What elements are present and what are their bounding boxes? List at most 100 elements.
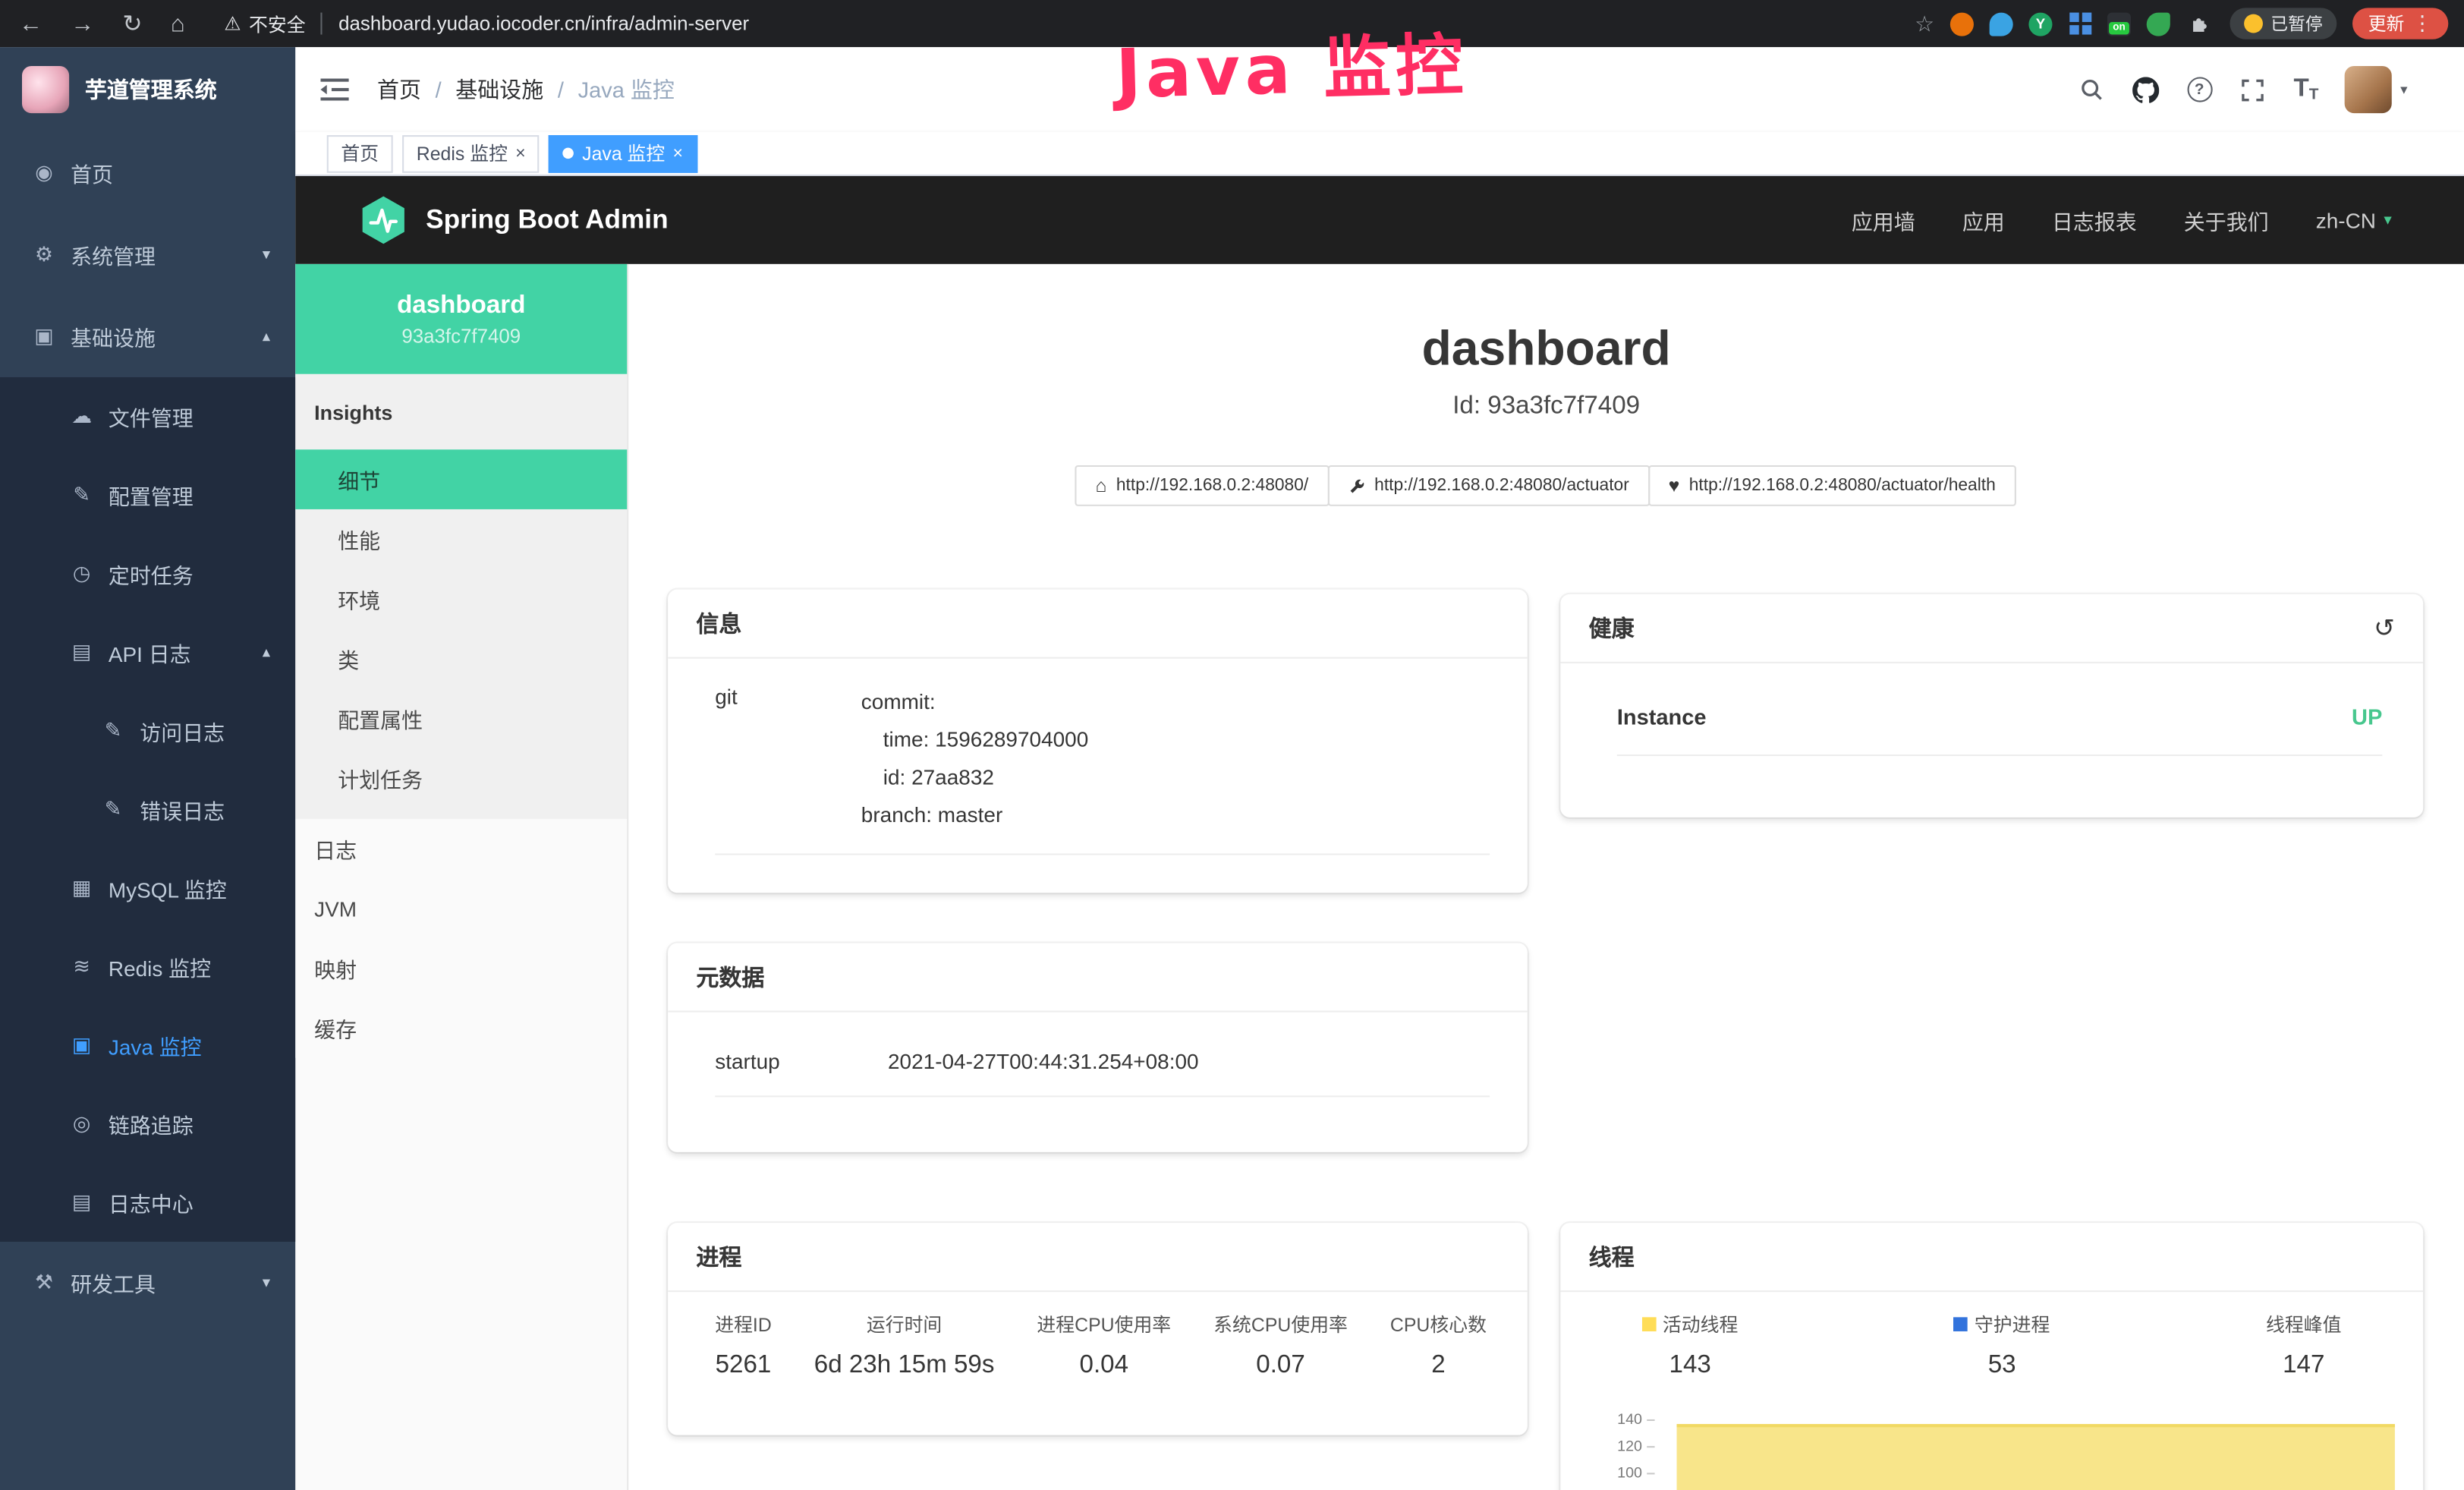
info-card-title: 信息 [668, 590, 1528, 659]
proxy-on-badge: on [2109, 21, 2129, 34]
extension-icon[interactable] [2068, 12, 2091, 36]
insights-section: Insights 细节 性能 环境 类 配置属性 计划任务 [295, 374, 627, 819]
close-tab-icon[interactable]: × [673, 143, 683, 162]
reload-icon[interactable]: ↻ [123, 9, 143, 37]
eye-icon: ◎ [69, 1111, 94, 1136]
sidebar-item-config[interactable]: ✎ 配置管理 [0, 456, 295, 535]
chevron-down-icon: ▾ [2400, 81, 2407, 99]
health-row-instance[interactable]: Instance UP [1617, 704, 2382, 756]
breadcrumb-infra[interactable]: 基础设施 [455, 74, 543, 105]
sidebar-item-label: Java 监控 [109, 1029, 202, 1060]
sidebar-item-label: 链路追踪 [109, 1108, 194, 1139]
tab-label: Redis 监控 [417, 140, 508, 166]
proxy-extension-icon[interactable]: on [2107, 12, 2131, 36]
sba-nav-about[interactable]: 关于我们 [2184, 204, 2269, 235]
tab-label: Java 监控 [582, 140, 665, 166]
tab-java[interactable]: Java 监控 × [549, 134, 697, 172]
health-url-link[interactable]: ♥ http://192.168.0.2:48080/actuator/heal… [1648, 465, 2016, 506]
sidebar-item-home[interactable]: ◉ 首页 [0, 132, 295, 214]
paused-badge[interactable]: 已暂停 [2230, 8, 2337, 39]
sidebar-item-devtools[interactable]: ⚒ 研发工具 ▾ [0, 1242, 295, 1324]
search-icon[interactable] [2077, 75, 2105, 103]
sba-menu-scheduled-tasks[interactable]: 计划任务 [295, 748, 627, 808]
document-icon: ✎ [101, 718, 126, 743]
extensions-puzzle-icon[interactable] [2186, 9, 2214, 37]
app-logo-row[interactable]: 芋道管理系统 [0, 47, 295, 132]
sidebar-item-file[interactable]: ☁ 文件管理 [0, 377, 295, 456]
git-branch: branch: master [861, 797, 1088, 835]
sba-brand[interactable]: Spring Boot Admin [426, 204, 668, 235]
base-url-link[interactable]: ⌂ http://192.168.0.2:48080/ [1075, 465, 1330, 506]
sba-logo-icon[interactable] [358, 195, 408, 245]
threads-card: 线程 活动线程 143 守护进程 53 [1560, 1223, 2423, 1490]
sidebar-item-label: 错误日志 [140, 794, 225, 825]
bookmark-star-icon[interactable]: ☆ [1915, 10, 1934, 36]
sidebar-item-mysql[interactable]: ▦ MySQL 监控 [0, 849, 295, 928]
clock-icon: ◷ [69, 561, 94, 586]
stat-label: 进程ID [715, 1311, 772, 1337]
sidebar-item-system[interactable]: ⚙ 系统管理 ▾ [0, 214, 295, 296]
locale-select[interactable]: zh-CN ▾ [2316, 208, 2392, 232]
update-button[interactable]: 更新 ⋮ [2352, 8, 2448, 39]
sidebar-item-redis[interactable]: ≋ Redis 监控 [0, 928, 295, 1006]
sba-menu-details[interactable]: 细节 [295, 449, 627, 509]
sba-menu-config-props[interactable]: 配置属性 [295, 688, 627, 748]
instance-links: ⌂ http://192.168.0.2:48080/ http://192.1… [628, 465, 2464, 506]
fullscreen-icon[interactable] [2239, 75, 2267, 103]
sidebar-item-access-log[interactable]: ✎ 访问日志 [0, 691, 295, 770]
history-icon[interactable]: ↺ [2374, 613, 2395, 644]
sba-nav-journal[interactable]: 日志报表 [2052, 204, 2137, 235]
dashboard-icon: ◉ [31, 160, 56, 185]
sidebar-item-error-log[interactable]: ✎ 错误日志 [0, 770, 295, 849]
stat-uptime: 运行时间 6d 23h 15m 59s [814, 1311, 995, 1380]
sba-menu-caches[interactable]: 缓存 [295, 998, 627, 1058]
stat-value: 6d 23h 15m 59s [814, 1352, 995, 1380]
close-tab-icon[interactable]: × [515, 143, 525, 162]
sidebar-item-trace[interactable]: ◎ 链路追踪 [0, 1085, 295, 1164]
tab-home[interactable]: 首页 [327, 134, 393, 172]
page-title: dashboard [628, 320, 2464, 377]
sidebar-item-job[interactable]: ◷ 定时任务 [0, 534, 295, 613]
sidebar-item-label: 基础设施 [71, 320, 156, 351]
sidebar-item-java[interactable]: ▣ Java 监控 [0, 1006, 295, 1085]
monitor-icon: ▣ [69, 1033, 94, 1058]
extension-icon[interactable]: Y [2028, 12, 2052, 36]
stat-cpu-cores: CPU核心数 2 [1390, 1311, 1487, 1380]
sba-menu-metrics[interactable]: 性能 [295, 509, 627, 569]
browser-home-icon[interactable]: ⌂ [171, 10, 185, 36]
help-icon[interactable]: ? [2187, 77, 2212, 102]
user-menu[interactable]: ▾ [2346, 66, 2408, 113]
forward-icon[interactable]: → [71, 10, 94, 36]
tools-icon: ⚒ [31, 1270, 56, 1295]
actuator-url-link[interactable]: http://192.168.0.2:48080/actuator [1327, 465, 1650, 506]
security-warning-label[interactable]: 不安全 [249, 10, 306, 36]
sba-menu-mappings[interactable]: 映射 [295, 938, 627, 998]
annotation-text: Java 监控 [1115, 11, 1469, 118]
sidebar-item-log-center[interactable]: ▤ 日志中心 [0, 1163, 295, 1242]
sba-nav-applications[interactable]: 应用 [1962, 204, 2005, 235]
back-icon[interactable]: ← [19, 10, 42, 36]
hamburger-icon[interactable] [320, 79, 348, 101]
sba-menu-jvm[interactable]: JVM [295, 879, 627, 939]
github-icon[interactable] [2132, 75, 2160, 103]
sba-menu-logs[interactable]: 日志 [295, 819, 627, 879]
instance-header[interactable]: dashboard 93a3fc7f7409 [295, 264, 627, 374]
stat-value: 53 [1954, 1352, 2050, 1380]
sba-nav-wallboard[interactable]: 应用墙 [1852, 204, 1915, 235]
sba-menu-classes[interactable]: 类 [295, 628, 627, 688]
stat-peak-threads: 线程峰值 147 [2266, 1311, 2341, 1380]
tab-redis[interactable]: Redis 监控 × [402, 134, 540, 172]
browser-menu-icon[interactable]: ⋮ [2412, 11, 2433, 36]
address-url[interactable]: dashboard.yudao.iocoder.cn/infra/admin-s… [338, 13, 749, 35]
stat-value: 2 [1390, 1352, 1487, 1380]
extension-icon[interactable] [2147, 12, 2170, 36]
sidebar-item-api-log[interactable]: ▤ API 日志 ▴ [0, 613, 295, 692]
sidebar-menu: ◉ 首页 ⚙ 系统管理 ▾ ▣ 基础设施 ▴ ☁ 文件管理 ✎ 配置管 [0, 132, 295, 1324]
sidebar-item-infra[interactable]: ▣ 基础设施 ▴ [0, 295, 295, 377]
breadcrumb-home[interactable]: 首页 [377, 74, 421, 105]
metadata-card-title: 元数据 [668, 943, 1528, 1012]
font-size-icon[interactable]: TT [2293, 75, 2318, 103]
extension-icon[interactable] [1950, 12, 1974, 36]
extension-icon[interactable] [1990, 12, 2013, 36]
sba-menu-environment[interactable]: 环境 [295, 569, 627, 629]
